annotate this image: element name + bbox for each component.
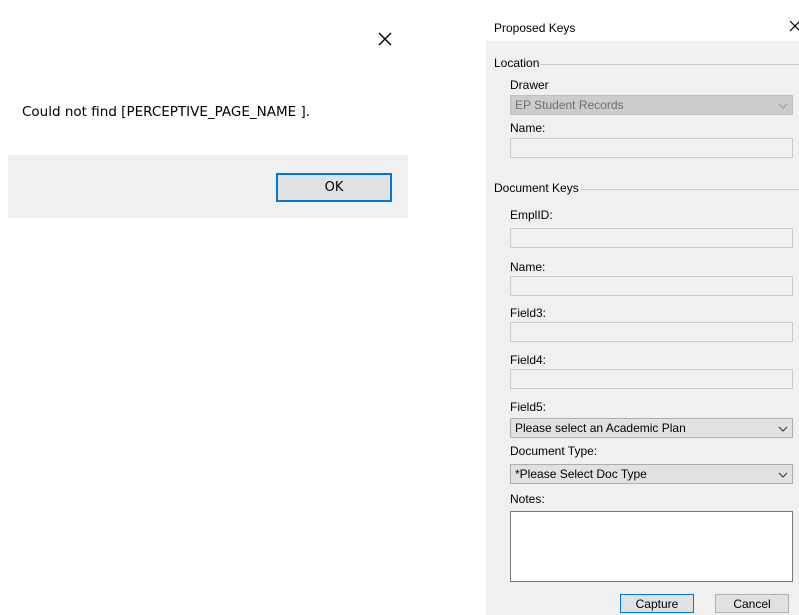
drawer-label: Drawer <box>510 78 549 92</box>
chevron-down-icon <box>778 423 788 433</box>
location-name-label: Name: <box>510 121 546 135</box>
chevron-down-icon <box>778 469 788 479</box>
location-group-divider <box>536 64 799 65</box>
document-type-value: *Please Select Doc Type <box>515 467 647 481</box>
title-bar: Proposed Keys <box>486 8 799 41</box>
field5-label: Field5: <box>510 400 547 414</box>
field4-label: Field4: <box>510 353 547 367</box>
notes-label: Notes: <box>510 492 545 506</box>
document-type-label: Document Type: <box>510 444 598 458</box>
dialog-footer: OK <box>8 155 408 218</box>
drawer-select: EP Student Records <box>510 95 793 115</box>
panel-title: Proposed Keys <box>494 21 576 35</box>
emplid-label: EmplID: <box>510 208 553 222</box>
field4-field <box>510 369 793 389</box>
chevron-down-icon <box>778 100 788 110</box>
message-dialog: Could not find [PERCEPTIVE_PAGE_NAME ]. … <box>0 0 408 218</box>
doc-name-label: Name: <box>510 260 546 274</box>
document-type-select[interactable]: *Please Select Doc Type <box>510 464 793 484</box>
close-icon[interactable] <box>788 19 799 33</box>
notes-textarea[interactable] <box>510 511 793 582</box>
location-name-field <box>510 138 793 158</box>
document-keys-group-divider <box>568 189 799 190</box>
capture-button[interactable]: Capture <box>620 594 694 613</box>
doc-name-field <box>510 276 793 296</box>
field5-select[interactable]: Please select an Academic Plan <box>510 418 793 438</box>
field3-label: Field3: <box>510 306 547 320</box>
drawer-value: EP Student Records <box>515 98 624 112</box>
field5-value: Please select an Academic Plan <box>515 421 686 435</box>
location-group-label: Location <box>494 56 542 70</box>
proposed-keys-panel: Proposed Keys Location Drawer EP Student… <box>486 8 799 615</box>
document-keys-group-label: Document Keys <box>494 181 581 195</box>
error-message: Could not find [PERCEPTIVE_PAGE_NAME ]. <box>22 104 311 120</box>
ok-button[interactable]: OK <box>276 173 392 202</box>
emplid-field <box>510 228 793 248</box>
field3-field <box>510 322 793 342</box>
close-icon[interactable] <box>374 28 396 50</box>
cancel-button[interactable]: Cancel <box>715 594 789 613</box>
